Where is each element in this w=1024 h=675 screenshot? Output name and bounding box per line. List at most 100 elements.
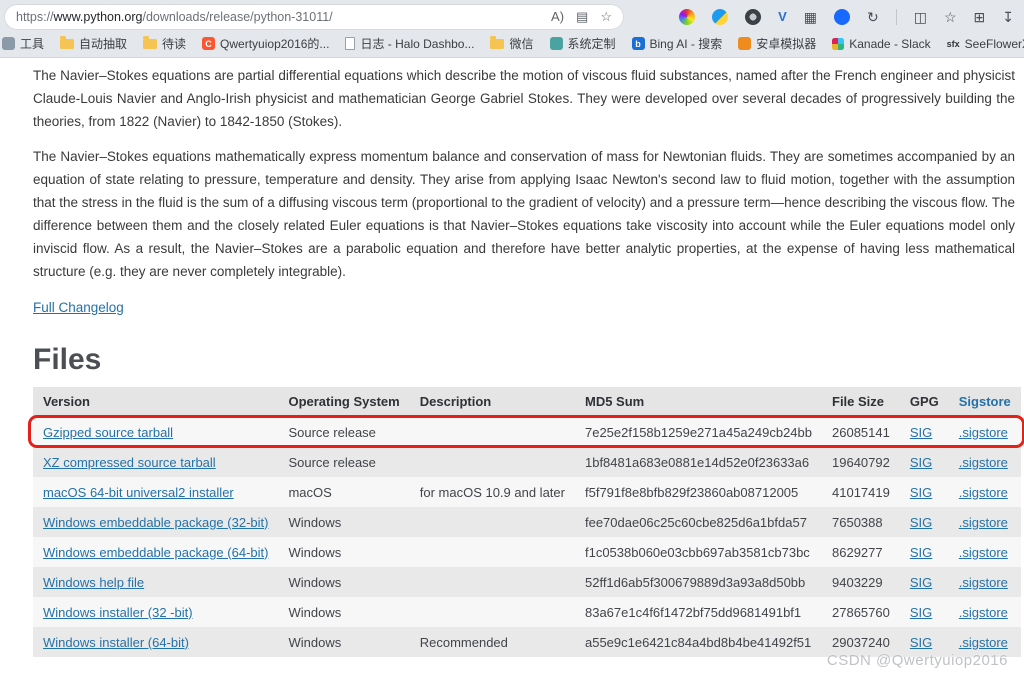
gpg-sig-link[interactable]: SIG bbox=[910, 455, 932, 470]
gpg-sig-link[interactable]: SIG bbox=[910, 545, 932, 560]
csdn-icon: C bbox=[202, 37, 215, 50]
file-link[interactable]: macOS 64-bit universal2 installer bbox=[43, 485, 234, 500]
url-host: www.python.org bbox=[54, 10, 143, 24]
bookmark-csdn-blog[interactable]: C Qwertyuiop2016的... bbox=[202, 35, 329, 52]
sigstore-link[interactable]: .sigstore bbox=[959, 425, 1008, 440]
description-cell bbox=[410, 447, 575, 477]
bookmark-system-custom[interactable]: 系统定制 bbox=[550, 35, 616, 52]
vimium-extension-icon[interactable]: V bbox=[778, 10, 787, 23]
bookmark-label: SeeFlowerX bbox=[965, 37, 1024, 51]
col-header-version: Version bbox=[33, 387, 278, 417]
favorites-icon[interactable]: ☆ bbox=[944, 10, 957, 24]
bookmark-bing-ai[interactable]: b Bing AI - 搜索 bbox=[632, 35, 723, 52]
os-cell: Source release bbox=[278, 417, 409, 447]
downloads-icon[interactable]: ↧ bbox=[1002, 10, 1014, 24]
table-row: Windows installer (32 -bit) Windows 83a6… bbox=[33, 597, 1021, 627]
bookmark-label: 日志 - Halo Dashbo... bbox=[360, 35, 474, 52]
paragraph-navier-stokes-1: The Navier–Stokes equations are partial … bbox=[33, 64, 1015, 133]
sigstore-link[interactable]: .sigstore bbox=[959, 635, 1008, 650]
url-text: https://www.python.org/downloads/release… bbox=[16, 10, 539, 24]
read-aloud-icon[interactable]: A) bbox=[551, 10, 564, 23]
address-bar[interactable]: https://www.python.org/downloads/release… bbox=[4, 4, 624, 30]
sigstore-link[interactable]: .sigstore bbox=[959, 515, 1008, 530]
sfx-icon: sfx bbox=[947, 39, 960, 49]
filesize-cell: 7650388 bbox=[822, 507, 900, 537]
os-cell: Windows bbox=[278, 597, 409, 627]
folder-icon bbox=[143, 39, 157, 49]
bookmark-tools[interactable]: 工具 bbox=[2, 35, 44, 52]
folder-icon bbox=[60, 39, 74, 49]
page-content: The Navier–Stokes equations are partial … bbox=[0, 58, 1024, 675]
bookmark-label: Bing AI - 搜索 bbox=[650, 35, 723, 52]
gpg-sig-link[interactable]: SIG bbox=[910, 485, 932, 500]
bookmark-slack[interactable]: Kanade - Slack bbox=[832, 37, 930, 51]
gpg-sig-link[interactable]: SIG bbox=[910, 425, 932, 440]
immersive-reader-icon[interactable]: ▤ bbox=[576, 10, 588, 23]
description-cell: Recommended bbox=[410, 627, 575, 657]
col-header-sigstore[interactable]: Sigstore bbox=[949, 387, 1021, 417]
table-row: Windows embeddable package (64-bit) Wind… bbox=[33, 537, 1021, 567]
extension-sphere-icon[interactable] bbox=[712, 9, 728, 25]
col-header-description: Description bbox=[410, 387, 575, 417]
file-link[interactable]: Windows embeddable package (64-bit) bbox=[43, 545, 268, 560]
description-cell: for macOS 10.9 and later bbox=[410, 477, 575, 507]
table-row: Windows help file Windows 52ff1d6ab5f300… bbox=[33, 567, 1021, 597]
file-link[interactable]: Windows embeddable package (32-bit) bbox=[43, 515, 268, 530]
toolbar-divider bbox=[896, 9, 897, 25]
file-link[interactable]: Windows installer (32 -bit) bbox=[43, 605, 193, 620]
sigstore-link[interactable]: .sigstore bbox=[959, 605, 1008, 620]
sigstore-link[interactable]: .sigstore bbox=[959, 545, 1008, 560]
gpg-sig-link[interactable]: SIG bbox=[910, 605, 932, 620]
os-cell: macOS bbox=[278, 477, 409, 507]
bookmarks-bar: 工具 自动抽取 待读 C Qwertyuiop2016的... 日志 - Hal… bbox=[0, 32, 1024, 57]
bookmark-halo-dashboard[interactable]: 日志 - Halo Dashbo... bbox=[345, 35, 474, 52]
filesize-cell: 26085141 bbox=[822, 417, 900, 447]
favorite-star-icon[interactable]: ☆ bbox=[600, 10, 612, 23]
refresh-extension-icon[interactable]: ↻ bbox=[867, 10, 879, 24]
os-cell: Windows bbox=[278, 627, 409, 657]
collections-icon[interactable]: ⊞ bbox=[974, 10, 986, 24]
csdn-watermark: CSDN @Qwertyuiop2016 bbox=[827, 652, 1008, 669]
bookmark-wechat[interactable]: 微信 bbox=[490, 35, 533, 52]
bookmark-to-read[interactable]: 待读 bbox=[143, 35, 186, 52]
paragraph-navier-stokes-2: The Navier–Stokes equations mathematical… bbox=[33, 145, 1015, 283]
os-cell: Windows bbox=[278, 537, 409, 567]
split-screen-icon[interactable]: ◫ bbox=[914, 10, 927, 24]
bookmark-label: Kanade - Slack bbox=[849, 37, 930, 51]
filesize-cell: 41017419 bbox=[822, 477, 900, 507]
col-header-os: Operating System bbox=[278, 387, 409, 417]
os-cell: Windows bbox=[278, 507, 409, 537]
gpg-sig-link[interactable]: SIG bbox=[910, 575, 932, 590]
file-link[interactable]: XZ compressed source tarball bbox=[43, 455, 216, 470]
sigstore-link[interactable]: .sigstore bbox=[959, 485, 1008, 500]
gpg-sig-link[interactable]: SIG bbox=[910, 635, 932, 650]
url-path: /downloads/release/python-31011/ bbox=[142, 10, 332, 24]
full-changelog-link[interactable]: Full Changelog bbox=[33, 300, 124, 315]
extension-record-icon[interactable] bbox=[745, 9, 761, 25]
address-row: https://www.python.org/downloads/release… bbox=[0, 0, 1024, 32]
sigstore-link[interactable]: .sigstore bbox=[959, 455, 1008, 470]
bookmark-seeflowerx[interactable]: sfx SeeFlowerX bbox=[947, 37, 1024, 51]
gpg-sig-link[interactable]: SIG bbox=[910, 515, 932, 530]
file-link[interactable]: Windows help file bbox=[43, 575, 144, 590]
extension-colorwheel-icon[interactable] bbox=[679, 9, 695, 25]
system-custom-icon bbox=[550, 37, 563, 50]
files-table-wrap: Version Operating System Description MD5… bbox=[33, 387, 1018, 657]
bookmark-label: 系统定制 bbox=[568, 35, 616, 52]
md5-cell: a55e9c1e6421c84a4bd8b4be41492f51 bbox=[575, 627, 822, 657]
bookmark-label: 微信 bbox=[509, 35, 533, 52]
sigstore-link[interactable]: .sigstore bbox=[959, 575, 1008, 590]
description-cell bbox=[410, 597, 575, 627]
table-row: Gzipped source tarball Source release 7e… bbox=[33, 417, 1021, 447]
md5-cell: 52ff1d6ab5f300679889d3a93a8d50bb bbox=[575, 567, 822, 597]
bookmark-auto-extract[interactable]: 自动抽取 bbox=[60, 35, 127, 52]
md5-cell: 83a67e1c4f6f1472bf75dd9681491bf1 bbox=[575, 597, 822, 627]
bookmark-android-emulator[interactable]: 安卓模拟器 bbox=[738, 35, 816, 52]
filesize-cell: 27865760 bbox=[822, 597, 900, 627]
file-link[interactable]: Gzipped source tarball bbox=[43, 425, 173, 440]
document-icon bbox=[345, 37, 355, 50]
grid-extension-icon[interactable]: ▦ bbox=[804, 10, 817, 24]
file-link[interactable]: Windows installer (64-bit) bbox=[43, 635, 189, 650]
files-table: Version Operating System Description MD5… bbox=[33, 387, 1021, 657]
paw-extension-icon[interactable] bbox=[834, 9, 850, 25]
